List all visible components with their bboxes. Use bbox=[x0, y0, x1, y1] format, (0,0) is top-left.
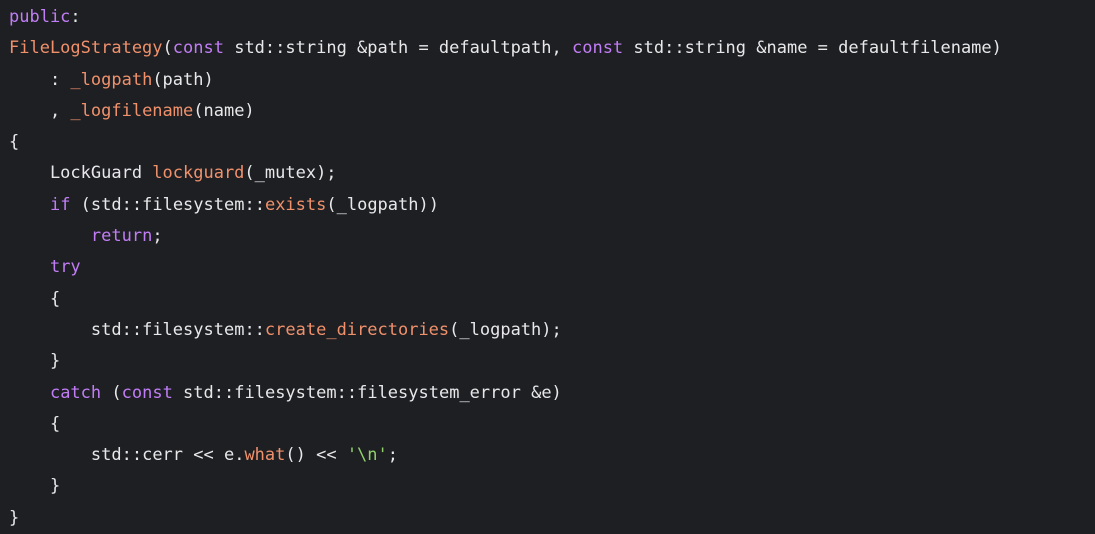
code-token-plain: filesystem_error &e) bbox=[357, 382, 562, 403]
code-token-plain: :: bbox=[244, 319, 265, 340]
code-line: std::filesystem::create_directories(_log… bbox=[9, 315, 1002, 346]
code-line: } bbox=[9, 503, 1002, 534]
code-token-plain: std bbox=[9, 319, 122, 340]
code-line: } bbox=[9, 346, 1002, 377]
code-token-function: exists bbox=[264, 194, 327, 215]
code-token-plain: } bbox=[9, 351, 61, 372]
code-token-plain: : bbox=[70, 7, 81, 27]
code-line: try bbox=[9, 252, 1002, 283]
code-token-string: '\n' bbox=[346, 445, 388, 466]
code-token-plain: } bbox=[9, 476, 61, 497]
code-token-plain: (name) bbox=[193, 100, 255, 121]
code-line: FileLogStrategy(const std::string &path … bbox=[9, 33, 1002, 64]
code-token-plain: ; bbox=[152, 226, 163, 247]
code-line: , _logfilename(name) bbox=[9, 96, 1002, 127]
code-token-plain: ; bbox=[387, 445, 399, 466]
code-token-plain: filesystem bbox=[142, 319, 245, 340]
code-line: { bbox=[9, 127, 1002, 158]
code-token-plain: :: bbox=[213, 382, 235, 403]
code-token-plain: :: bbox=[121, 194, 143, 215]
code-line: return; bbox=[9, 221, 1002, 252]
code-token-plain: (_mutex); bbox=[244, 163, 337, 184]
code-token-plain: filesystem bbox=[234, 382, 337, 403]
code-token-plain: } bbox=[9, 507, 20, 528]
code-line: { bbox=[9, 284, 1002, 315]
code-line: } bbox=[9, 471, 1002, 502]
code-line: catch (const std::filesystem::filesystem… bbox=[9, 378, 1002, 409]
code-token-plain: cerr << e. bbox=[142, 445, 245, 466]
code-token-plain: LockGuard bbox=[9, 163, 153, 184]
code-token-plain: :: bbox=[264, 38, 286, 59]
code-token-function: FileLogStrategy bbox=[9, 38, 163, 59]
code-token-plain: :: bbox=[121, 319, 143, 340]
code-token-function: what bbox=[244, 445, 286, 466]
code-token-keyword: public bbox=[9, 7, 71, 27]
code-token-plain: { bbox=[9, 413, 61, 434]
code-token-plain: (_logpath); bbox=[449, 319, 562, 340]
code-editor: public: FileLogStrategy(const std::string… bbox=[0, 0, 1095, 528]
code-line: if (std::filesystem::exists(_logpath)) bbox=[9, 190, 1002, 221]
code-token-keyword: const bbox=[571, 38, 624, 59]
code-token-keyword: if bbox=[49, 194, 71, 215]
code-token-plain: std bbox=[223, 38, 265, 59]
code-line: : _logpath(path) bbox=[9, 65, 1002, 96]
code-token-plain: { bbox=[9, 288, 61, 309]
code-token-plain: (path) bbox=[152, 69, 214, 90]
code-token-keyword: try bbox=[49, 257, 81, 278]
code-token-plain: { bbox=[9, 132, 20, 153]
code-token-plain: (_logpath)) bbox=[326, 194, 439, 215]
code-token-plain: (std bbox=[70, 194, 122, 215]
code-token-function: _logpath bbox=[70, 69, 153, 90]
code-token-plain: std bbox=[623, 38, 665, 59]
code-token-plain: : bbox=[9, 69, 71, 90]
code-token-plain: string &path = defaultpath, bbox=[285, 38, 572, 59]
code-token-keyword: const bbox=[121, 382, 173, 403]
code-token-keyword: const bbox=[172, 38, 224, 59]
code-line: public: bbox=[9, 2, 1002, 33]
code-token-plain: std bbox=[172, 382, 214, 403]
code-line: { bbox=[9, 409, 1002, 440]
code-token-plain: filesystem bbox=[142, 194, 245, 215]
code-block: public: FileLogStrategy(const std::string… bbox=[9, 2, 1002, 534]
code-token-plain: () << bbox=[285, 445, 347, 466]
code-token-function: lockguard bbox=[152, 163, 245, 184]
code-token-plain: , bbox=[9, 100, 71, 121]
code-token-keyword: return bbox=[90, 226, 153, 247]
code-token-function: create_directories bbox=[264, 319, 450, 340]
code-token-plain: :: bbox=[336, 382, 358, 403]
code-token-plain: :: bbox=[664, 38, 685, 59]
code-line: LockGuard lockguard(_mutex); bbox=[9, 158, 1002, 189]
code-token-plain: ( bbox=[162, 38, 173, 59]
code-token-plain: :: bbox=[244, 194, 265, 215]
code-token-plain: std bbox=[9, 445, 122, 466]
code-line: std::cerr << e.what() << '\n'; bbox=[9, 440, 1002, 471]
code-token-keyword: catch bbox=[49, 382, 102, 403]
code-token-plain: :: bbox=[121, 445, 143, 466]
code-token-plain: string &name = defaultfilename) bbox=[684, 38, 1002, 59]
code-token-function: _logfilename bbox=[70, 100, 194, 121]
code-token-plain: ( bbox=[101, 382, 122, 403]
